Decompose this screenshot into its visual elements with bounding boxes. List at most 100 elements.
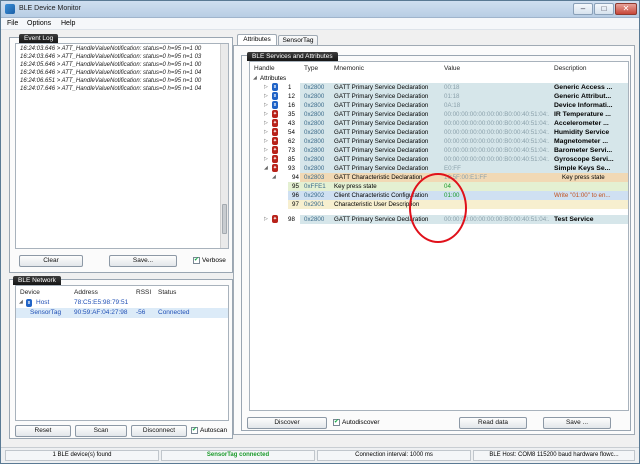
scan-button[interactable]: Scan bbox=[75, 425, 127, 437]
attr-value: 00:00:00:00:00:00:00:B0:00:40:51:04:... bbox=[444, 129, 550, 136]
col-address: Address bbox=[74, 289, 98, 296]
device-sensortag: SensorTag bbox=[30, 309, 62, 316]
attr-mnemonic: GATT Primary Service Declaration bbox=[334, 111, 429, 118]
menu-file[interactable]: File bbox=[7, 20, 18, 27]
minimize-button[interactable]: – bbox=[573, 3, 593, 15]
attribute-row[interactable]: ▷ ✦ 35 0x2800 GATT Primary Service Declarati… bbox=[250, 110, 628, 119]
disconnect-button[interactable]: Disconnect bbox=[131, 425, 187, 437]
services-title: BLE Services and Attributes bbox=[247, 52, 338, 61]
attribute-row[interactable]: ▷ ✦ 43 0x2800 GATT Primary Service Declarati… bbox=[250, 119, 628, 128]
app-window: BLE Device Monitor – □ ✕ File Options He… bbox=[0, 0, 640, 464]
ti-service-icon: ✦ bbox=[272, 128, 278, 136]
attr-description: Accelerometer ... bbox=[554, 120, 609, 127]
attr-value: 00:00:00:00:00:00:00:B0:00:40:51:04:... bbox=[444, 147, 550, 154]
reset-button[interactable]: Reset bbox=[15, 425, 71, 437]
clear-button[interactable]: Clear bbox=[19, 255, 83, 267]
attr-handle: 12 bbox=[288, 93, 295, 100]
attr-value: 00:00:00:00:00:00:00:B0:00:40:51:04:... bbox=[444, 138, 550, 145]
attr-mnemonic: GATT Primary Service Declaration bbox=[334, 147, 429, 154]
attribute-row[interactable]: ▷ ʙ 16 0x2800 GATT Primary Service Declarati… bbox=[250, 101, 628, 110]
col-status: Status bbox=[158, 289, 177, 296]
collapse-triangle-icon[interactable]: ◢ bbox=[264, 165, 268, 171]
save-log-button[interactable]: Save... bbox=[109, 255, 177, 267]
menu-options[interactable]: Options bbox=[27, 20, 51, 27]
attribute-row[interactable]: ▷ ʙ 1 0x2800 GATT Primary Service Declaratio… bbox=[250, 83, 628, 92]
app-icon bbox=[5, 4, 15, 14]
device-rssi: -56 bbox=[136, 309, 146, 316]
log-line: 16:24:06.651 > ATT_HandleValueNotificati… bbox=[20, 78, 202, 84]
expand-triangle-icon[interactable]: ▷ bbox=[264, 156, 268, 162]
attribute-row[interactable]: ▷ ✦ 73 0x2800 GATT Primary Service Declarati… bbox=[250, 146, 628, 155]
bluetooth-icon: ʙ bbox=[26, 299, 32, 307]
save-attributes-button[interactable]: Save ... bbox=[543, 417, 611, 429]
menu-help[interactable]: Help bbox=[61, 20, 75, 27]
attr-type: 0x2800 bbox=[304, 156, 325, 163]
collapse-triangle-icon[interactable]: ◢ bbox=[253, 75, 257, 81]
attr-handle: 95 bbox=[292, 183, 299, 190]
window-title: BLE Device Monitor bbox=[19, 5, 81, 12]
attribute-row[interactable]: ◢ ✦ 93 0x2800 GATT Primary Service Declarati… bbox=[250, 164, 628, 173]
attr-type: 0x2803 bbox=[304, 174, 325, 181]
attribute-row[interactable]: ▷ ʙ 12 0x2800 GATT Primary Service Declarati… bbox=[250, 92, 628, 101]
attr-value: 10:5F:00:E1:FF bbox=[444, 174, 487, 181]
attr-description: Write "01:00" to en... bbox=[554, 192, 611, 199]
attr-value: 0A:18 bbox=[444, 102, 461, 109]
attribute-row[interactable]: ▷ ✦ 85 0x2800 GATT Primary Service Declarati… bbox=[250, 155, 628, 164]
ti-service-icon: ✦ bbox=[272, 146, 278, 154]
title-bar[interactable]: BLE Device Monitor – □ ✕ bbox=[1, 1, 639, 18]
table-row[interactable]: SensorTag 90:59:AF:04:27:98 -56 Connecte… bbox=[16, 308, 228, 318]
maximize-button[interactable]: □ bbox=[594, 3, 614, 15]
bluetooth-icon: ʙ bbox=[272, 101, 278, 109]
expand-triangle-icon[interactable]: ▷ bbox=[264, 111, 268, 117]
attribute-row[interactable]: ▷ ✦ 62 0x2800 GATT Primary Service Declarati… bbox=[250, 137, 628, 146]
close-button[interactable]: ✕ bbox=[615, 3, 637, 15]
ti-service-icon: ✦ bbox=[272, 155, 278, 163]
event-log-scrollbar[interactable] bbox=[220, 44, 228, 248]
expand-triangle-icon[interactable]: ▷ bbox=[264, 102, 268, 108]
read-data-button[interactable]: Read data bbox=[459, 417, 527, 429]
autoscan-checkbox[interactable]: ✔ bbox=[191, 427, 198, 434]
expand-triangle-icon[interactable]: ▷ bbox=[264, 216, 268, 222]
ti-service-icon: ✦ bbox=[272, 215, 278, 223]
log-line: 16:24:06.646 > ATT_HandleValueNotificati… bbox=[20, 70, 202, 76]
attr-type: 0x2800 bbox=[304, 165, 325, 172]
expand-triangle-icon[interactable]: ▷ bbox=[264, 93, 268, 99]
collapse-triangle-icon[interactable]: ◢ bbox=[19, 299, 23, 305]
device-address: 78:C5:E5:98:79:51 bbox=[74, 299, 129, 306]
table-row[interactable]: ◢ ʙ Host 78:C5:E5:98:79:51 bbox=[16, 298, 228, 308]
attr-mnemonic: GATT Primary Service Declaration bbox=[334, 138, 429, 145]
tree-root[interactable]: ◢ Attributes bbox=[250, 74, 628, 83]
status-connection: SensorTag connected bbox=[161, 450, 315, 461]
attr-mnemonic: GATT Primary Service Declaration bbox=[334, 120, 429, 127]
expand-triangle-icon[interactable]: ▷ bbox=[264, 147, 268, 153]
autodiscover-checkbox[interactable]: ✔ bbox=[333, 419, 340, 426]
attr-description: Humidity Service bbox=[554, 129, 610, 136]
event-log-list[interactable]: 16:24:03.646 > ATT_HandleValueNotificati… bbox=[15, 43, 229, 249]
autodiscover-label: Autodiscover bbox=[342, 419, 380, 426]
expand-triangle-icon[interactable]: ▷ bbox=[264, 84, 268, 90]
expand-triangle-icon[interactable]: ▷ bbox=[264, 120, 268, 126]
attr-mnemonic: GATT Primary Service Declaration bbox=[334, 84, 429, 91]
attr-type: 0x2902 bbox=[304, 192, 325, 199]
collapse-triangle-icon[interactable]: ◢ bbox=[272, 174, 276, 180]
attr-type: 0x2800 bbox=[304, 138, 325, 145]
attr-description: Device Informati... bbox=[554, 102, 613, 109]
ble-network-table: Device Address RSSI Status ◢ ʙ Host 78:C… bbox=[15, 285, 229, 421]
attr-value: 00:00:00:00:00:00:00:B0:00:40:51:04:... bbox=[444, 111, 550, 118]
attr-type: 0x2800 bbox=[304, 129, 325, 136]
log-line: 16:24:07.646 > ATT_HandleValueNotificati… bbox=[20, 86, 202, 92]
event-log-scroll-thumb[interactable] bbox=[222, 204, 227, 234]
attr-description: Test Service bbox=[554, 216, 594, 223]
attr-handle: 97 bbox=[292, 201, 299, 208]
expand-triangle-icon[interactable]: ▷ bbox=[264, 129, 268, 135]
device-host: Host bbox=[36, 299, 50, 306]
ti-service-icon: ✦ bbox=[272, 164, 278, 172]
verbose-checkbox[interactable]: ✔ bbox=[193, 257, 200, 264]
expand-triangle-icon[interactable]: ▷ bbox=[264, 138, 268, 144]
discover-button[interactable]: Discover bbox=[247, 417, 327, 429]
verbose-label: Verbose bbox=[202, 257, 226, 264]
event-log-title: Event Log bbox=[19, 34, 59, 43]
attribute-row[interactable]: ▷ ✦ 54 0x2800 GATT Primary Service Declarati… bbox=[250, 128, 628, 137]
attr-mnemonic: GATT Primary Service Declaration bbox=[334, 156, 429, 163]
device-status: Connected bbox=[158, 309, 190, 316]
